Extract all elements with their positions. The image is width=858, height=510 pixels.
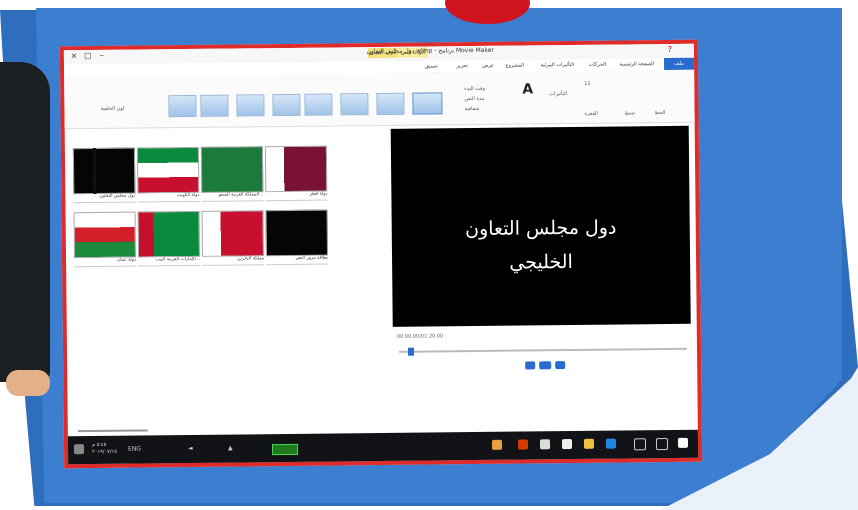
ribbon-group-label-effects: التأثيرات: [549, 91, 568, 98]
search-icon[interactable]: [655, 438, 669, 451]
taskbar: ▲ ◄ ENG ٥:٤٥ م ٢٠١٩/٠٧/١٥: [67, 429, 699, 465]
ribbon-text-label-1: لون الخلفية: [100, 105, 125, 112]
clip-label: المملكة العربية السعو...: [201, 192, 264, 202]
clip-label: بطاقة مرور النص: [266, 255, 329, 266]
preview-caption-line-2: الخليجي: [509, 250, 573, 274]
theme-thumb-4[interactable]: [272, 93, 301, 117]
next-frame-button[interactable]: [555, 361, 566, 370]
character-illustration: [0, 62, 50, 382]
notification-icon[interactable]: [73, 444, 85, 455]
clip-label: الإمارات العربية المت...: [138, 256, 201, 267]
clip-thumb[interactable]: [200, 146, 264, 193]
theme-thumb-3[interactable]: [236, 94, 265, 117]
tab-view[interactable]: عرض: [482, 60, 494, 72]
preview-caption-line-1: دول مجلس التعاون: [464, 216, 617, 241]
clip-label: دولة عمان: [74, 257, 137, 268]
tab-project[interactable]: المشروع: [506, 59, 525, 71]
play-button[interactable]: [539, 361, 552, 370]
clip-label: دول مجلس التعاون: [73, 193, 136, 204]
clip-thumb[interactable]: [72, 147, 136, 195]
seek-bar[interactable]: [399, 347, 688, 353]
edge-icon[interactable]: [605, 438, 617, 449]
clip-thumb[interactable]: [137, 210, 201, 258]
window-title: دول مجلس التعاون.wlmp - برنامج Movie Mak…: [366, 46, 494, 56]
clip-thumb[interactable]: [136, 146, 200, 194]
ribbon-text-label-2: وقت البدء: [464, 85, 486, 93]
clip-label: مملكة البحرين: [202, 256, 265, 266]
preview-caption: دول مجلس التعاون الخليجي: [392, 210, 691, 281]
ribbon-group-label-font: الخط: [654, 110, 666, 117]
ribbon-group-label-paragraph: الفقرة: [584, 110, 598, 117]
app-window: × □ – أدوات الفيديو أدوات النص دول مجلس …: [59, 39, 703, 469]
battery-icon[interactable]: [271, 443, 299, 456]
tab-visual-effects[interactable]: التأثيرات المرئية: [541, 59, 575, 71]
clock-date: ٢٠١٩/٠٧/١٥: [92, 448, 117, 456]
ribbon: لون الخلفية وقت البدء مدة النص شفافية A …: [64, 69, 695, 130]
mail-icon[interactable]: [539, 439, 551, 450]
movie-maker-icon[interactable]: [491, 439, 503, 450]
file-tab[interactable]: ملف: [663, 57, 695, 71]
tab-home[interactable]: الصفحة الرئيسية: [619, 58, 654, 70]
file-explorer-icon[interactable]: [583, 438, 595, 449]
help-icon[interactable]: ?: [664, 45, 676, 55]
ribbon-text-label-4: شفافية: [464, 105, 480, 113]
theme-thumb-1[interactable]: [168, 94, 197, 118]
clip-thumb[interactable]: [264, 145, 328, 193]
ribbon-group-label-adjust: ضبط: [624, 110, 636, 117]
font-size-field[interactable]: 11: [584, 81, 590, 87]
start-icon[interactable]: [677, 437, 689, 448]
clip-label: دولة قطر: [265, 191, 328, 202]
minimize-icon[interactable]: –: [96, 51, 108, 61]
theme-thumb-8[interactable]: [412, 92, 443, 115]
preview-monitor[interactable]: دول مجلس التعاون الخليجي: [390, 125, 691, 327]
theme-thumb-5[interactable]: [304, 93, 333, 116]
clip-thumb[interactable]: [265, 209, 329, 257]
theme-thumb-2[interactable]: [200, 94, 229, 117]
volume-icon[interactable]: ◄: [188, 445, 193, 452]
tab-animations[interactable]: الحركات: [588, 59, 606, 71]
theme-thumb-7[interactable]: [376, 92, 405, 116]
clip-thumb[interactable]: [201, 210, 265, 257]
office-icon[interactable]: [517, 439, 529, 450]
text-effect-icon[interactable]: A: [522, 81, 533, 97]
task-view-icon[interactable]: [633, 438, 647, 451]
network-icon[interactable]: ▲: [228, 445, 233, 452]
ribbon-text-label-3: مدة النص: [464, 95, 485, 103]
language-indicator[interactable]: ENG: [128, 446, 141, 453]
close-icon[interactable]: ×: [68, 51, 80, 61]
theme-thumb-6[interactable]: [340, 93, 369, 116]
character-hand: [6, 370, 50, 396]
clip-label: دولة الكويت: [137, 192, 200, 203]
clock[interactable]: ٥:٤٥ م ٢٠١٩/٠٧/١٥: [92, 442, 117, 456]
seek-thumb[interactable]: [407, 347, 414, 356]
maximize-icon[interactable]: □: [82, 51, 94, 61]
tab-edit[interactable]: تحرير: [456, 60, 468, 72]
previous-frame-button[interactable]: [525, 361, 536, 370]
preview-timecode: 00:00.00/01:20.00: [396, 333, 444, 340]
zoom-slider[interactable]: [77, 429, 148, 433]
storyboard-pane: دول مجلس التعاون دولة الكويت المملكة الع…: [68, 126, 390, 427]
clip-thumb[interactable]: [73, 211, 137, 259]
store-icon[interactable]: [561, 439, 573, 450]
